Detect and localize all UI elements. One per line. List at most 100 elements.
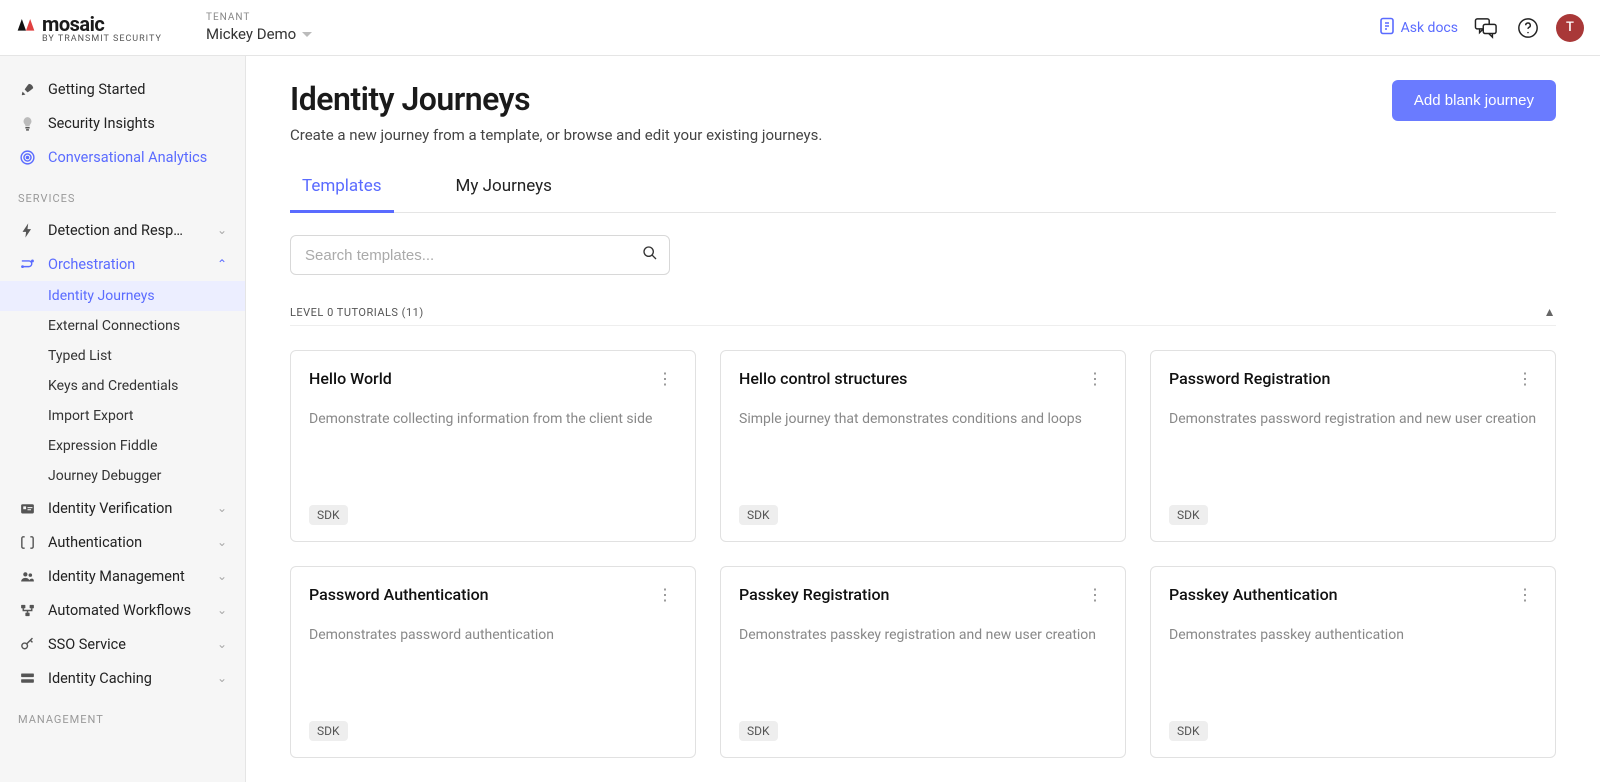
page-title: Identity Journeys bbox=[290, 80, 822, 118]
brackets-icon bbox=[18, 533, 36, 551]
page-subtitle: Create a new journey from a template, or… bbox=[290, 126, 822, 144]
sidebar-item-label: Identity Management bbox=[48, 568, 185, 585]
chevron-up-icon: ⌃ bbox=[217, 257, 227, 271]
topbar: mosaic BY TRANSMIT SECURITY TENANT Micke… bbox=[0, 0, 1600, 56]
search-icon bbox=[642, 245, 658, 265]
sidebar-item-identity-verification[interactable]: Identity Verification ⌄ bbox=[0, 491, 245, 525]
card-tag: SDK bbox=[739, 505, 778, 525]
sidebar-subitem-expression-fiddle[interactable]: Expression Fiddle bbox=[0, 431, 245, 461]
tenant-label: TENANT bbox=[206, 12, 312, 23]
sidebar-item-getting-started[interactable]: Getting Started bbox=[0, 72, 245, 106]
sidebar-item-orchestration[interactable]: Orchestration⌃ bbox=[0, 247, 245, 281]
card-menu-icon[interactable]: ⋮ bbox=[1083, 369, 1107, 389]
template-card[interactable]: Hello control structures⋮Simple journey … bbox=[720, 350, 1126, 542]
add-blank-journey-button[interactable]: Add blank journey bbox=[1392, 80, 1556, 121]
sidebar-section-management: MANAGEMENT bbox=[0, 695, 245, 734]
chevron-down-icon: ⌄ bbox=[217, 569, 227, 583]
sidebar-item-identity-caching[interactable]: Identity Caching ⌄ bbox=[0, 661, 245, 695]
sidebar-subitem-typed-list[interactable]: Typed List bbox=[0, 341, 245, 371]
doc-icon bbox=[1379, 17, 1395, 39]
logo[interactable]: mosaic BY TRANSMIT SECURITY bbox=[16, 12, 206, 44]
sidebar-item-automated-workflows[interactable]: Automated Workflows ⌄ bbox=[0, 593, 245, 627]
sidebar-subitem-identity-journeys[interactable]: Identity Journeys bbox=[0, 281, 245, 311]
search-input[interactable] bbox=[290, 235, 670, 275]
sidebar-item-label: Journey Debugger bbox=[48, 468, 161, 484]
logo-text: mosaic bbox=[42, 12, 104, 36]
sidebar-subitem-journey-debugger[interactable]: Journey Debugger bbox=[0, 461, 245, 491]
chevron-down-icon: ⌄ bbox=[217, 637, 227, 651]
tenant-name: Mickey Demo bbox=[206, 25, 296, 43]
idcard-icon bbox=[18, 499, 36, 517]
users-icon bbox=[18, 567, 36, 585]
card-title: Passkey Registration bbox=[739, 585, 889, 604]
group-title: LEVEL 0 TUTORIALS (11) bbox=[290, 306, 424, 319]
sidebar-item-label: Detection and Respo… bbox=[48, 222, 188, 239]
ask-docs-label: Ask docs bbox=[1401, 20, 1458, 36]
template-card[interactable]: Passkey Registration⋮Demonstrates passke… bbox=[720, 566, 1126, 758]
card-title: Hello World bbox=[309, 369, 392, 388]
sidebar-item-conversational-analytics[interactable]: Conversational Analytics bbox=[0, 140, 245, 174]
avatar-letter: T bbox=[1566, 20, 1574, 35]
sidebar-item-label: Expression Fiddle bbox=[48, 438, 158, 454]
sidebar-item-label: Identity Verification bbox=[48, 500, 172, 517]
card-menu-icon[interactable]: ⋮ bbox=[1513, 369, 1537, 389]
sidebar-item-label: Identity Journeys bbox=[48, 288, 155, 304]
chevron-down-icon: ⌄ bbox=[217, 501, 227, 515]
card-description: Demonstrate collecting information from … bbox=[309, 411, 677, 427]
help-icon[interactable] bbox=[1514, 14, 1542, 42]
logo-icon bbox=[16, 14, 36, 34]
sidebar-item-security-insights[interactable]: Security Insights bbox=[0, 106, 245, 140]
card-description: Demonstrates password registration and n… bbox=[1169, 411, 1537, 427]
card-tag: SDK bbox=[309, 721, 348, 741]
sidebar-item-label: Getting Started bbox=[48, 81, 145, 98]
card-tag: SDK bbox=[1169, 721, 1208, 741]
sidebar-item-detection-and-response[interactable]: Detection and Respo…⌄ bbox=[0, 213, 245, 247]
card-title: Hello control structures bbox=[739, 369, 907, 388]
sidebar-item-label: Automated Workflows bbox=[48, 602, 191, 619]
sidebar-subitem-import-export[interactable]: Import Export bbox=[0, 401, 245, 431]
sidebar-item-label: Authentication bbox=[48, 534, 142, 551]
sidebar-subitem-keys-and-credentials[interactable]: Keys and Credentials bbox=[0, 371, 245, 401]
template-card[interactable]: Password Registration ⋮ Demonstrates passw… bbox=[1150, 350, 1556, 542]
template-cards: Hello World ⋮ Demonstrate collecting infor… bbox=[290, 350, 1556, 758]
tenant-selector[interactable]: TENANT Mickey Demo bbox=[206, 12, 312, 43]
card-menu-icon[interactable]: ⋮ bbox=[653, 585, 677, 605]
chevron-down-icon: ⌄ bbox=[217, 603, 227, 617]
flow-icon bbox=[18, 255, 36, 273]
card-tag: SDK bbox=[309, 505, 348, 525]
main-content: Identity Journeys Create a new journey f… bbox=[246, 56, 1600, 782]
sidebar-item-label: Identity Caching bbox=[48, 670, 152, 687]
sidebar-section-services: SERVICES bbox=[0, 174, 245, 213]
avatar[interactable]: T bbox=[1556, 14, 1584, 42]
card-menu-icon[interactable]: ⋮ bbox=[1083, 585, 1107, 605]
sidebar-item-authentication[interactable]: Authentication⌄ bbox=[0, 525, 245, 559]
bulb-icon bbox=[18, 114, 36, 132]
chevron-up-icon: ▲ bbox=[1544, 305, 1556, 319]
card-menu-icon[interactable]: ⋮ bbox=[653, 369, 677, 389]
card-menu-icon[interactable]: ⋮ bbox=[1513, 585, 1537, 605]
card-title: Password Registration bbox=[1169, 369, 1330, 388]
sidebar-item-identity-management[interactable]: Identity Management ⌄ bbox=[0, 559, 245, 593]
tabs: Templates My Journeys bbox=[290, 176, 1556, 213]
sidebar-item-label: SSO Service bbox=[48, 636, 126, 653]
template-card[interactable]: Passkey Authentication⋮Demonstrates pass… bbox=[1150, 566, 1556, 758]
search-box bbox=[290, 235, 670, 275]
chevron-down-icon: ⌄ bbox=[217, 671, 227, 685]
ask-docs-link[interactable]: Ask docs bbox=[1379, 17, 1458, 39]
caret-down-icon bbox=[302, 32, 312, 37]
sidebar: Getting Started Security InsightsConversa… bbox=[0, 56, 246, 782]
template-card[interactable]: Hello World ⋮ Demonstrate collecting infor… bbox=[290, 350, 696, 542]
card-title: Passkey Authentication bbox=[1169, 585, 1338, 604]
card-title: Password Authentication bbox=[309, 585, 489, 604]
tab-templates[interactable]: Templates bbox=[290, 176, 394, 213]
sidebar-item-label: Import Export bbox=[48, 408, 133, 424]
template-group-header[interactable]: LEVEL 0 TUTORIALS (11) ▲ bbox=[290, 305, 1556, 326]
key-icon bbox=[18, 635, 36, 653]
chat-icon[interactable] bbox=[1472, 14, 1500, 42]
sidebar-item-sso-service[interactable]: SSO Service ⌄ bbox=[0, 627, 245, 661]
sidebar-subitem-external-connections[interactable]: External Connections bbox=[0, 311, 245, 341]
target-icon bbox=[18, 148, 36, 166]
tab-my-journeys[interactable]: My Journeys bbox=[444, 176, 564, 213]
template-card[interactable]: Password Authentication⋮Demonstrates pas… bbox=[290, 566, 696, 758]
sidebar-item-label: External Connections bbox=[48, 318, 180, 334]
